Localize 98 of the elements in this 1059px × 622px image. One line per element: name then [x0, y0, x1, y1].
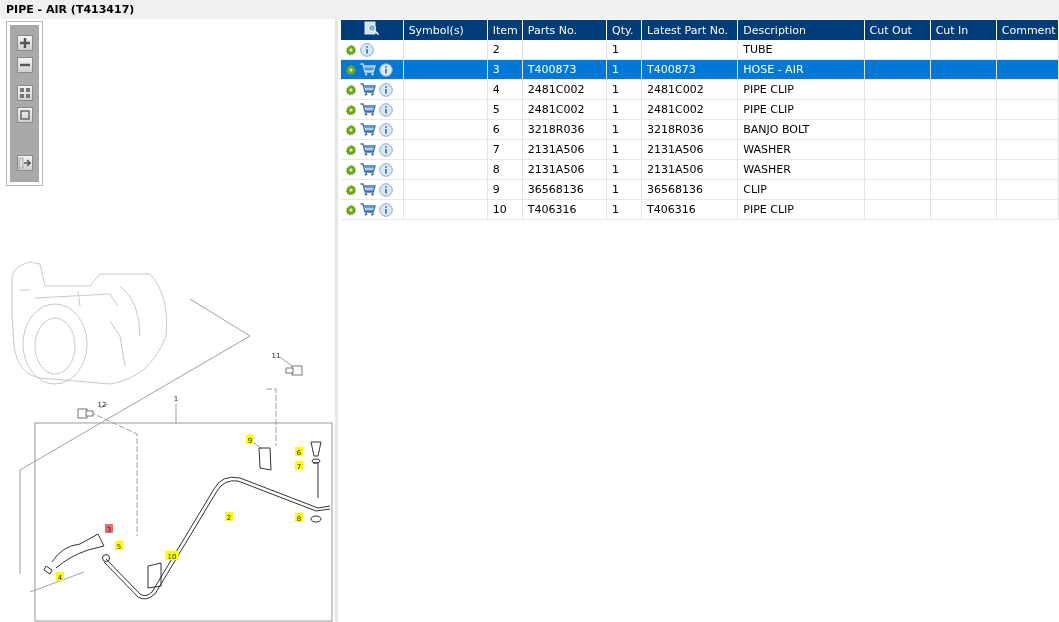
table-row[interactable]: 2 1 TUBE: [341, 40, 1059, 60]
table-row[interactable]: 4 2481C002 1 2481C002 PIPE CLIP: [341, 79, 1059, 100]
column-header[interactable]: Qty.: [606, 20, 642, 40]
table-cell: 1: [612, 183, 620, 196]
info-icon[interactable]: [379, 142, 393, 157]
cart-icon[interactable]: [360, 163, 376, 176]
column-header[interactable]: Parts No.: [522, 20, 607, 40]
table-cell: 10: [492, 203, 507, 216]
table-cell: TUBE: [743, 43, 773, 56]
table-cell: 1: [612, 63, 620, 76]
zoom-out-button[interactable]: [16, 57, 33, 73]
column-header[interactable]: Description: [737, 20, 865, 40]
table-cell: PIPE CLIP: [743, 83, 794, 96]
table-cell: 3218R036: [647, 123, 704, 136]
table-cell: 1: [612, 103, 620, 116]
info-icon[interactable]: [379, 102, 393, 117]
table-cell: T406316: [647, 203, 696, 216]
table-row[interactable]: 8 2131A506 1 2131A506 WASHER: [341, 159, 1059, 180]
info-icon[interactable]: [379, 182, 393, 197]
search-icon[interactable]: [363, 21, 380, 36]
table-cell: 5: [492, 103, 500, 116]
table-cell: 2481C002: [527, 103, 585, 116]
fit-view-button[interactable]: [16, 85, 33, 101]
table-cell: 2481C002: [647, 83, 704, 96]
table-cell: 1: [612, 83, 620, 96]
table-cell: CLIP: [743, 183, 767, 196]
table-cell: WASHER: [743, 143, 791, 156]
cart-icon[interactable]: [360, 203, 376, 216]
table-cell: 7: [492, 143, 500, 156]
gear-icon[interactable]: [345, 183, 357, 196]
table-cell: 9: [492, 183, 500, 196]
table-cell: T400873: [527, 63, 577, 76]
table-cell: 3218R036: [527, 123, 585, 136]
info-icon[interactable]: [379, 122, 393, 137]
gear-icon[interactable]: [345, 203, 357, 216]
table-cell: PIPE CLIP: [743, 103, 794, 116]
list-arrow-icon: [17, 157, 32, 169]
table-cell: 2131A506: [647, 143, 704, 156]
plus-icon: [18, 37, 31, 49]
column-header[interactable]: Item: [487, 20, 523, 40]
info-icon[interactable]: [379, 202, 393, 217]
table-cell: 1: [612, 203, 620, 216]
cart-icon[interactable]: [360, 183, 376, 196]
table-cell: 2: [492, 43, 500, 56]
info-icon[interactable]: [360, 42, 374, 57]
table-row[interactable]: 6 3218R036 1 3218R036 BANJO BOLT: [341, 119, 1059, 140]
window-title: PIPE - AIR (T413417): [6, 3, 135, 16]
square-icon: [18, 109, 31, 121]
info-icon[interactable]: [379, 62, 393, 77]
table-cell: HOSE - AIR: [743, 63, 804, 76]
table-cell: 1: [612, 143, 620, 156]
column-header[interactable]: Cut Out: [864, 20, 931, 40]
column-header[interactable]: Comment: [996, 20, 1059, 40]
table-cell: 1: [612, 43, 620, 56]
column-header[interactable]: Symbol(s): [403, 20, 488, 40]
table-cell: WASHER: [743, 163, 791, 176]
list-arrow-button[interactable]: [16, 155, 33, 171]
table-cell: 2481C002: [527, 83, 585, 96]
table-cell: 2131A506: [647, 163, 704, 176]
column-header[interactable]: Cut In: [930, 20, 997, 40]
grid-icon: [18, 87, 31, 99]
table-cell: PIPE CLIP: [743, 203, 794, 216]
info-icon[interactable]: [379, 162, 393, 177]
table-cell: T400873: [647, 63, 696, 76]
table-row[interactable]: 7 2131A506 1 2131A506 WASHER: [341, 139, 1059, 160]
table-cell: 36568136: [527, 183, 584, 196]
column-header[interactable]: Latest Part No.: [641, 20, 738, 40]
table-cell: 1: [612, 163, 620, 176]
table-row[interactable]: 5 2481C002 1 2481C002 PIPE CLIP: [341, 99, 1059, 120]
gear-icon[interactable]: [345, 43, 357, 56]
gear-icon[interactable]: [345, 83, 357, 96]
gear-icon[interactable]: [345, 163, 357, 176]
table-cell: T406316: [527, 203, 577, 216]
table-cell: 2131A506: [527, 163, 585, 176]
cart-icon[interactable]: [360, 103, 376, 116]
cart-icon[interactable]: [360, 143, 376, 156]
table-row[interactable]: 9 36568136 1 36568136 CLIP: [341, 179, 1059, 200]
table-cell: 2131A506: [527, 143, 585, 156]
zoom-in-button[interactable]: [16, 35, 33, 51]
cart-icon[interactable]: [360, 83, 376, 96]
table-row[interactable]: 10 T406316 1 T406316 PIPE CLIP: [341, 199, 1059, 220]
table-row[interactable]: 3 T400873 1 T400873 HOSE - AIR: [341, 59, 1059, 80]
table-cell: 8: [492, 163, 500, 176]
table-cell: 2481C002: [647, 103, 704, 116]
gear-icon[interactable]: [345, 143, 357, 156]
table-cell: 36568136: [647, 183, 704, 196]
table-cell: BANJO BOLT: [743, 123, 810, 136]
table-cell: 4: [492, 83, 500, 96]
table-cell: 6: [492, 123, 500, 136]
gear-icon[interactable]: [345, 103, 357, 116]
cart-icon[interactable]: [360, 63, 376, 76]
table-cell: 1: [612, 123, 620, 136]
table-cell: 3: [492, 63, 500, 76]
cart-icon[interactable]: [360, 123, 376, 136]
actual-size-button[interactable]: [16, 107, 33, 123]
info-icon[interactable]: [379, 82, 393, 97]
gear-icon[interactable]: [345, 123, 357, 136]
gear-icon[interactable]: [345, 63, 357, 76]
